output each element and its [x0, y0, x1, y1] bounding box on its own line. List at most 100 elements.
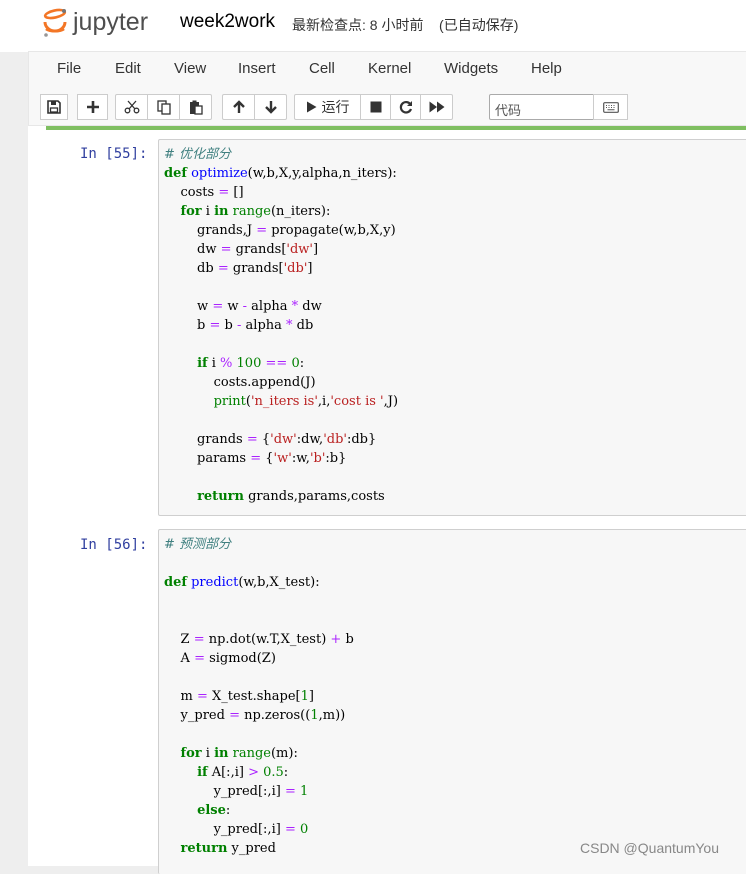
code-token: X_test.shape[	[207, 689, 301, 704]
menu-kernel[interactable]: Kernel	[368, 60, 411, 77]
code-token: (w,b,X_test):	[238, 575, 320, 590]
code-token: optimize	[191, 166, 248, 181]
code-token: in	[214, 746, 229, 761]
code-token: =	[218, 185, 230, 200]
code-token: 'dw'	[270, 432, 297, 447]
code-line: if A[:,i] > 0.5:	[164, 763, 288, 782]
code-line: params = {'w':w,'b':b}	[164, 449, 346, 468]
code-token: y_pred	[164, 708, 230, 723]
interrupt-button[interactable]	[360, 94, 391, 120]
code-token: =	[229, 708, 240, 723]
code-token: (n_iters):	[270, 204, 331, 219]
jupyter-logo[interactable]: jupyter	[42, 7, 166, 43]
code-token: range	[232, 204, 271, 219]
code-token: 'cost is '	[330, 394, 384, 409]
code-line: Z = np.dot(w.T,X_test) + b	[164, 630, 354, 649]
code-token: :	[299, 356, 305, 371]
code-token: i	[201, 746, 215, 761]
scissors-icon	[124, 100, 139, 114]
code-token: ]	[308, 689, 314, 704]
menu-help[interactable]: Help	[531, 60, 562, 77]
paste-button[interactable]	[179, 94, 212, 120]
code-line: return grands,params,costs	[164, 487, 385, 506]
code-token: ]	[307, 261, 313, 276]
code-token: A	[164, 651, 195, 666]
code-token: print	[213, 394, 246, 409]
code-token: i	[201, 204, 215, 219]
code-token: 'db'	[283, 261, 308, 276]
run-button-group: 运行	[294, 94, 453, 120]
code-token: y_pred[:,i]	[164, 784, 285, 799]
code-token: 1	[310, 708, 319, 723]
menu-insert[interactable]: Insert	[238, 60, 276, 77]
logo-text: jupyter	[72, 8, 148, 36]
code-cell-input[interactable]: # 优化部分 def optimize(w,b,X,y,alpha,n_iters…	[158, 139, 746, 516]
copy-button[interactable]	[147, 94, 180, 120]
code-line: grands,J = propagate(w,b,X,y)	[164, 221, 396, 240]
code-line: else:	[164, 801, 230, 820]
code-token: ,i,	[317, 394, 331, 409]
run-button[interactable]: 运行	[294, 94, 361, 120]
code-token: Z	[164, 632, 194, 647]
code-line: # 优化部分	[164, 145, 231, 164]
code-token: dw	[164, 242, 221, 257]
code-token: alpha	[241, 318, 287, 333]
code-token: b	[220, 318, 238, 333]
notebook-title[interactable]: week2work	[180, 11, 275, 33]
code-line: A = sigmod(Z)	[164, 649, 276, 668]
code-token: alpha	[247, 299, 292, 314]
menu-file[interactable]: File	[57, 60, 81, 77]
code-token: grands	[164, 432, 247, 447]
code-token: dw	[298, 299, 322, 314]
code-token: >	[248, 765, 259, 780]
code-token: y_pred[:,i]	[164, 822, 285, 837]
move-down-button[interactable]	[254, 94, 287, 120]
move-up-button[interactable]	[222, 94, 255, 120]
menu-view[interactable]: View	[174, 60, 206, 77]
code-token: for	[180, 746, 202, 761]
code-token: sigmod(Z)	[204, 651, 276, 666]
plus-icon	[86, 101, 99, 113]
restart-button[interactable]	[390, 94, 421, 120]
code-token: else	[197, 803, 226, 818]
code-token: =	[193, 632, 205, 647]
code-token: ,J)	[383, 394, 399, 409]
code-token: w	[223, 299, 243, 314]
command-palette-button[interactable]	[593, 94, 628, 120]
code-token: +	[330, 632, 342, 647]
menu-cell[interactable]: Cell	[309, 60, 335, 77]
code-token: =	[220, 242, 232, 257]
edit-button-group	[115, 94, 212, 120]
restart-run-all-button[interactable]	[420, 94, 453, 120]
code-token: db	[292, 318, 314, 333]
menu-widgets[interactable]: Widgets	[444, 60, 498, 77]
insert-cell-button[interactable]	[77, 94, 108, 120]
code-token: db	[164, 261, 218, 276]
code-token: np.zeros((	[239, 708, 311, 723]
code-token: if	[197, 765, 208, 780]
notebook-container: In [55]: # 优化部分 def optimize(w,b,X,y,alph…	[28, 126, 746, 874]
code-token: grands[	[228, 261, 284, 276]
code-token: # 优化部分	[164, 147, 232, 162]
menu-edit[interactable]: Edit	[115, 60, 141, 77]
arrow-up-icon	[232, 100, 245, 113]
code-cell-input[interactable]: # 预测部分 def predict(w,b,X_test): Z = np.do…	[158, 529, 746, 874]
watermark: CSDN @QuantumYou	[580, 840, 719, 856]
code-token: in	[214, 204, 229, 219]
header: jupyter week2work 最新检查点: 8 小时前 (已自动保存)	[0, 0, 746, 52]
code-line: def optimize(w,b,X,y,alpha,n_iters):	[164, 164, 397, 183]
code-token: params	[164, 451, 251, 466]
code-token: return	[197, 489, 244, 504]
code-line: b = b - alpha * db	[164, 316, 313, 335]
code-token: b	[341, 632, 354, 647]
code-token: # 预测部分	[164, 537, 232, 552]
save-button[interactable]	[40, 94, 68, 120]
code-line: m = X_test.shape[1]	[164, 687, 314, 706]
copy-icon	[156, 99, 171, 115]
code-token: grands,params,costs	[243, 489, 385, 504]
cut-button[interactable]	[115, 94, 148, 120]
